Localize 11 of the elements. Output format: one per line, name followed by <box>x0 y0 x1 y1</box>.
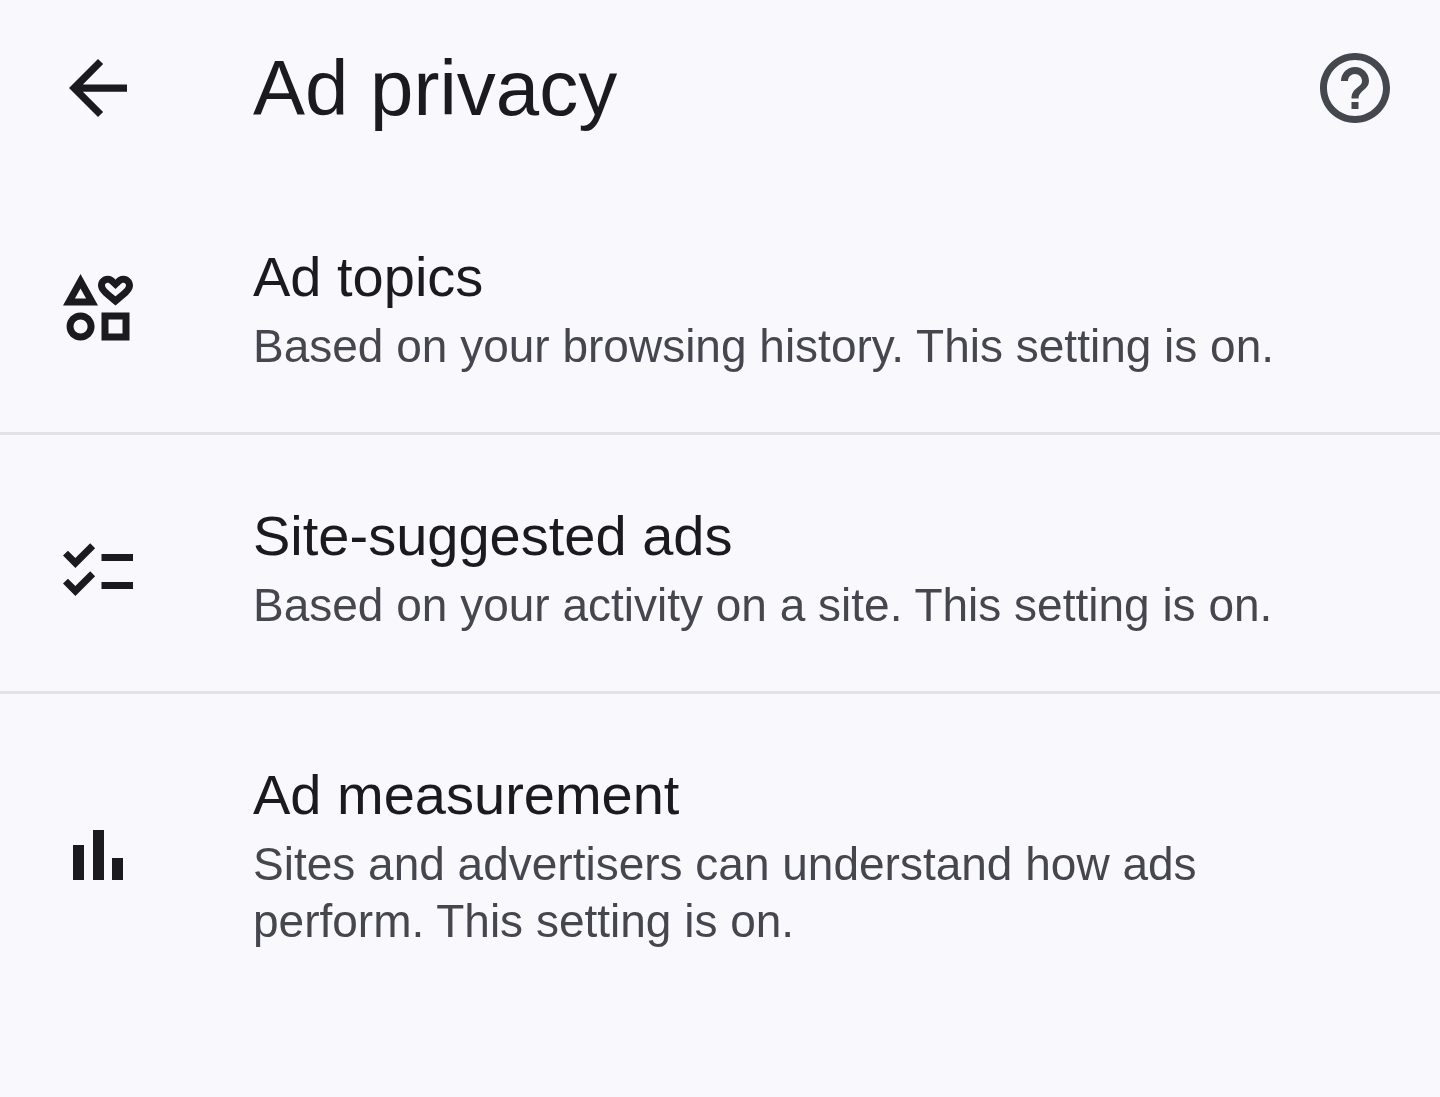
setting-title[interactable]: Ad topics <box>253 242 484 312</box>
setting-title[interactable]: Ad measurement <box>253 760 680 830</box>
back-arrow-icon[interactable] <box>69 59 127 117</box>
setting-description: Sites and advertisers can understand how ads perform. This setting is on. <box>253 837 1198 949</box>
bar-chart-icon <box>73 830 123 880</box>
setting-description: Based on your activity on a site. This setting is on. <box>253 578 1274 633</box>
help-icon[interactable] <box>1320 53 1390 123</box>
setting-description: Based on your browsing history. This setting is on. <box>253 319 1276 374</box>
page-title: Ad privacy <box>253 43 618 133</box>
shapes-icon <box>63 273 133 344</box>
setting-title[interactable]: Site-suggested ads <box>253 501 733 571</box>
